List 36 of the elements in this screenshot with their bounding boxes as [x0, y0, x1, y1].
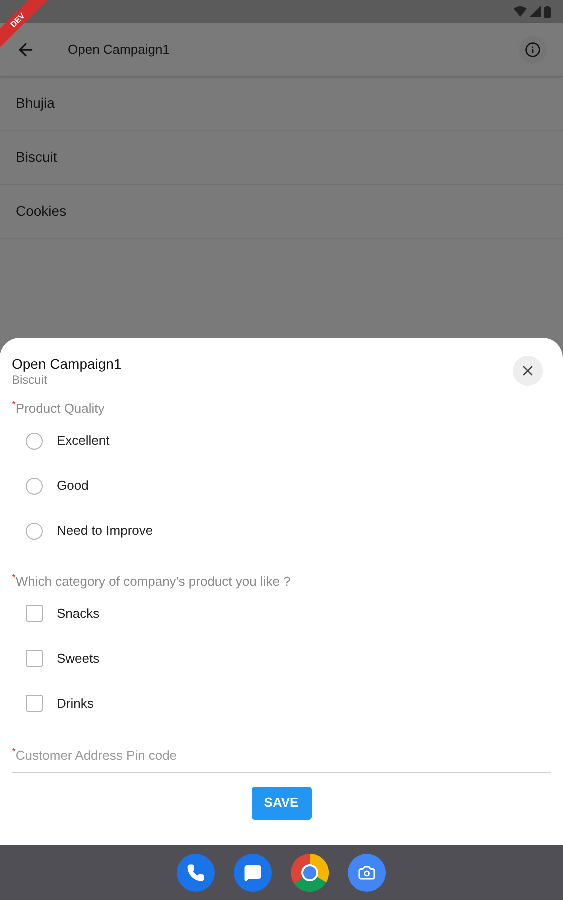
sheet-title: Open Campaign1 — [12, 356, 122, 373]
option-label: Drinks — [57, 694, 94, 713]
radio-button[interactable] — [26, 522, 43, 540]
option-label: Snacks — [57, 604, 100, 623]
sheet-subtitle: Biscuit — [12, 373, 48, 387]
option-label: Excellent — [57, 432, 110, 450]
option-label: Good — [57, 477, 89, 496]
required-mark: * — [12, 746, 16, 760]
placeholder-text: Customer Address Pin code — [16, 747, 178, 765]
wifi-icon — [514, 6, 527, 17]
camera-app-icon[interactable] — [348, 854, 386, 892]
messages-app-icon[interactable] — [234, 854, 272, 892]
required-mark: * — [12, 572, 16, 586]
question-label: Product Quality — [16, 400, 105, 418]
info-icon — [525, 42, 541, 58]
checkbox[interactable] — [26, 650, 43, 667]
phone-app-icon[interactable] — [177, 854, 215, 892]
signal-icon — [530, 6, 541, 17]
browser-app-icon[interactable] — [291, 854, 329, 892]
save-button[interactable]: SAVE — [252, 786, 312, 820]
list-item[interactable]: Bhujia — [0, 77, 563, 131]
checkbox[interactable] — [26, 605, 43, 622]
radio-button[interactable] — [26, 478, 43, 494]
option-label: Sweets — [57, 650, 100, 668]
option-label: Need to Improve — [57, 522, 154, 540]
app-bar-title: Open Campaign1 — [68, 40, 170, 59]
pin-code-field[interactable]: *Customer Address Pin code — [12, 746, 551, 772]
radio-button[interactable] — [26, 432, 43, 450]
question-label: Which category of company's product you like ? — [16, 572, 291, 591]
info-button[interactable] — [519, 36, 547, 64]
required-mark: * — [12, 399, 16, 413]
list-item[interactable]: Biscuit — [0, 131, 563, 185]
close-button[interactable] — [513, 356, 543, 386]
checkbox[interactable] — [26, 695, 43, 712]
battery-icon — [544, 6, 551, 18]
list-item[interactable]: Cookies — [0, 185, 563, 239]
